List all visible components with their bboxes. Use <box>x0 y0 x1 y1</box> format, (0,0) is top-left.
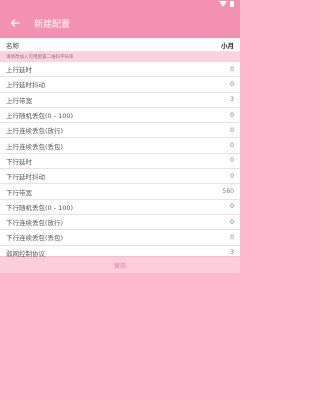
name-value[interactable]: 小月 <box>221 40 234 50</box>
setting-value[interactable]: 0 <box>230 142 234 149</box>
setting-value[interactable]: 0 <box>230 173 234 180</box>
setting-row-uplink-bandwidth[interactable]: 上行带宽 3 <box>0 93 240 108</box>
save-button-label: 保存 <box>113 262 126 270</box>
setting-label: 下行连续丢包(丢包) <box>6 234 64 243</box>
app-toolbar: 新建配置 <box>0 8 240 38</box>
setting-row-uplink-burst-loss[interactable]: 上行连续丢包(丢包) 0 <box>0 138 240 154</box>
setting-value[interactable]: 0 <box>230 157 234 164</box>
setting-label: 上行带宽 <box>6 96 32 105</box>
hint-text: 请修改加入可用配置二维码字符串 <box>6 55 74 60</box>
setting-label: 上行延时 <box>6 66 32 75</box>
setting-value[interactable]: 0 <box>230 112 234 119</box>
hint-row: 请修改加入可用配置二维码字符串 <box>0 52 240 62</box>
name-row[interactable]: 名称 小月 <box>0 38 240 52</box>
setting-row-downlink-burst-pass[interactable]: 下行连续丢包(放行) 0 <box>0 215 240 231</box>
setting-row-downlink-burst-loss[interactable]: 下行连续丢包(丢包) 0 <box>0 230 240 246</box>
setting-label: 下行延时抖动 <box>6 173 45 182</box>
setting-value[interactable]: 0 <box>230 219 234 226</box>
back-arrow-icon[interactable] <box>2 8 28 38</box>
status-icons <box>219 0 234 8</box>
setting-row-uplink-jitter[interactable]: 上行延时抖动 0 <box>0 77 240 93</box>
name-label: 名称 <box>6 41 19 50</box>
setting-row-downlink-bandwidth[interactable]: 下行带宽 560 <box>0 184 240 200</box>
page-title: 新建配置 <box>34 19 71 30</box>
config-form: 名称 小月 请修改加入可用配置二维码字符串 上行延时 0 上行延时抖动 0 上行… <box>0 38 240 261</box>
wifi-icon <box>219 1 227 7</box>
setting-value[interactable]: 0 <box>230 203 234 210</box>
setting-row-uplink-burst-pass[interactable]: 上行连续丢包(放行) 0 <box>0 123 240 139</box>
status-bar <box>0 0 240 8</box>
setting-value[interactable]: 0 <box>230 127 234 134</box>
setting-value[interactable]: 0 <box>230 234 234 241</box>
setting-label: 上行连续丢包(放行) <box>6 127 64 136</box>
setting-row-uplink-random-loss[interactable]: 上行随机丢包(0 - 100) 0 <box>0 108 240 124</box>
save-button[interactable]: 保存 <box>0 257 240 273</box>
setting-label: 上行连续丢包(丢包) <box>6 142 64 151</box>
setting-row-downlink-jitter[interactable]: 下行延时抖动 0 <box>0 169 240 185</box>
setting-row-downlink-delay[interactable]: 下行延时 0 <box>0 154 240 170</box>
setting-label: 下行随机丢包(0 - 100) <box>6 203 74 212</box>
setting-value[interactable]: 0 <box>230 81 234 88</box>
setting-value[interactable]: 3 <box>230 249 234 256</box>
setting-label: 上行延时抖动 <box>6 81 45 90</box>
setting-label: 上行随机丢包(0 - 100) <box>6 112 74 121</box>
setting-label: 下行带宽 <box>6 188 32 197</box>
battery-icon <box>230 1 234 7</box>
setting-row-uplink-delay[interactable]: 上行延时 0 <box>0 62 240 78</box>
setting-value[interactable]: 0 <box>230 66 234 73</box>
setting-row-downlink-random-loss[interactable]: 下行随机丢包(0 - 100) 0 <box>0 200 240 215</box>
setting-label: 下行延时 <box>6 157 32 166</box>
setting-value[interactable]: 560 <box>223 188 234 195</box>
setting-value[interactable]: 3 <box>230 96 234 103</box>
setting-label: 下行连续丢包(放行) <box>6 219 64 228</box>
